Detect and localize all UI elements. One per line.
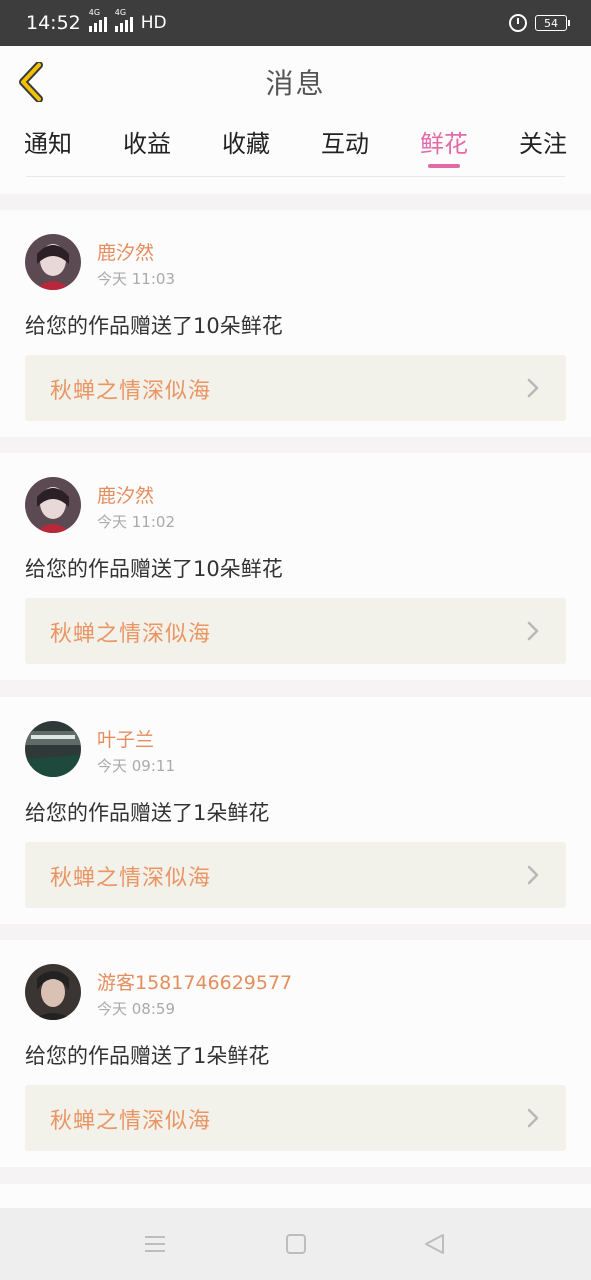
- message-text: 给您的作品赠送了1朵鲜花: [25, 801, 270, 825]
- timestamp: 今天 08:59: [97, 1000, 175, 1018]
- work-title: 秋蝉之情深似海: [50, 622, 212, 647]
- avatar[interactable]: [25, 721, 81, 777]
- chevron-right-icon: [527, 865, 539, 885]
- status-time: 14:52: [26, 12, 81, 34]
- message-card-partial: [0, 1184, 591, 1208]
- avatar-image: [25, 234, 81, 290]
- message-text: 给您的作品赠送了10朵鲜花: [25, 314, 283, 338]
- message-card: 游客1581746629577 今天 08:59 给您的作品赠送了1朵鲜花 秋蝉…: [0, 940, 591, 1167]
- tab-notifications[interactable]: 通知: [8, 128, 88, 160]
- tab-earnings[interactable]: 收益: [107, 128, 187, 160]
- signal-icon-1: 4G: [88, 8, 107, 32]
- username[interactable]: 叶子兰: [97, 725, 154, 752]
- chevron-right-icon: [527, 621, 539, 641]
- back-button[interactable]: [14, 60, 50, 104]
- work-title: 秋蝉之情深似海: [50, 866, 212, 891]
- avatar-image: [25, 721, 81, 777]
- timestamp: 今天 09:11: [97, 757, 175, 775]
- work-title: 秋蝉之情深似海: [50, 1109, 212, 1134]
- tab-bar: 通知 收益 收藏 互动 鲜花 关注: [0, 118, 591, 194]
- message-card: 鹿汐然 今天 11:03 给您的作品赠送了10朵鲜花 秋蝉之情深似海: [0, 210, 591, 437]
- avatar[interactable]: [25, 234, 81, 290]
- header: 消息: [0, 46, 591, 118]
- alarm-icon: [509, 14, 527, 32]
- timestamp: 今天 11:02: [97, 513, 175, 531]
- tab-flowers[interactable]: 鲜花: [404, 128, 484, 160]
- back-triangle-icon[interactable]: [422, 1232, 448, 1256]
- active-tab-indicator: [428, 164, 460, 168]
- battery-icon: 54: [535, 15, 570, 31]
- username[interactable]: 鹿汐然: [97, 238, 154, 265]
- avatar[interactable]: [25, 477, 81, 533]
- hd-indicator: HD: [140, 13, 167, 33]
- status-left: 14:52 4G 4G HD: [26, 8, 167, 34]
- avatar-image: [25, 964, 81, 1020]
- message-text: 给您的作品赠送了1朵鲜花: [25, 1044, 270, 1068]
- battery-level: 54: [544, 16, 558, 30]
- work-link[interactable]: 秋蝉之情深似海: [25, 1085, 566, 1151]
- network-type-1: 4G: [88, 8, 101, 17]
- chevron-right-icon: [527, 378, 539, 398]
- home-square-icon[interactable]: [283, 1232, 309, 1256]
- work-link[interactable]: 秋蝉之情深似海: [25, 598, 566, 664]
- avatar-image: [25, 477, 81, 533]
- tabs-divider: [26, 176, 565, 177]
- message-text: 给您的作品赠送了10朵鲜花: [25, 557, 283, 581]
- timestamp: 今天 11:03: [97, 270, 175, 288]
- signal-icon-2: 4G: [114, 8, 133, 32]
- work-link[interactable]: 秋蝉之情深似海: [25, 355, 566, 421]
- avatar[interactable]: [25, 964, 81, 1020]
- tab-favorites[interactable]: 收藏: [206, 128, 286, 160]
- system-nav-bar: [0, 1208, 591, 1280]
- network-type-2: 4G: [114, 8, 127, 17]
- message-card: 鹿汐然 今天 11:02 给您的作品赠送了10朵鲜花 秋蝉之情深似海: [0, 453, 591, 680]
- status-right: 54: [509, 14, 570, 32]
- work-title: 秋蝉之情深似海: [50, 379, 212, 404]
- tab-following[interactable]: 关注: [503, 128, 583, 160]
- page-title: 消息: [265, 67, 326, 100]
- status-bar: 14:52 4G 4G HD 54: [0, 0, 591, 46]
- work-link[interactable]: 秋蝉之情深似海: [25, 842, 566, 908]
- message-card: 叶子兰 今天 09:11 给您的作品赠送了1朵鲜花 秋蝉之情深似海: [0, 697, 591, 924]
- menu-icon[interactable]: [142, 1232, 168, 1256]
- back-arrow-icon: [19, 62, 43, 102]
- tab-interactions[interactable]: 互动: [305, 128, 385, 160]
- chevron-right-icon: [527, 1108, 539, 1128]
- username[interactable]: 鹿汐然: [97, 481, 154, 508]
- username[interactable]: 游客1581746629577: [97, 968, 292, 995]
